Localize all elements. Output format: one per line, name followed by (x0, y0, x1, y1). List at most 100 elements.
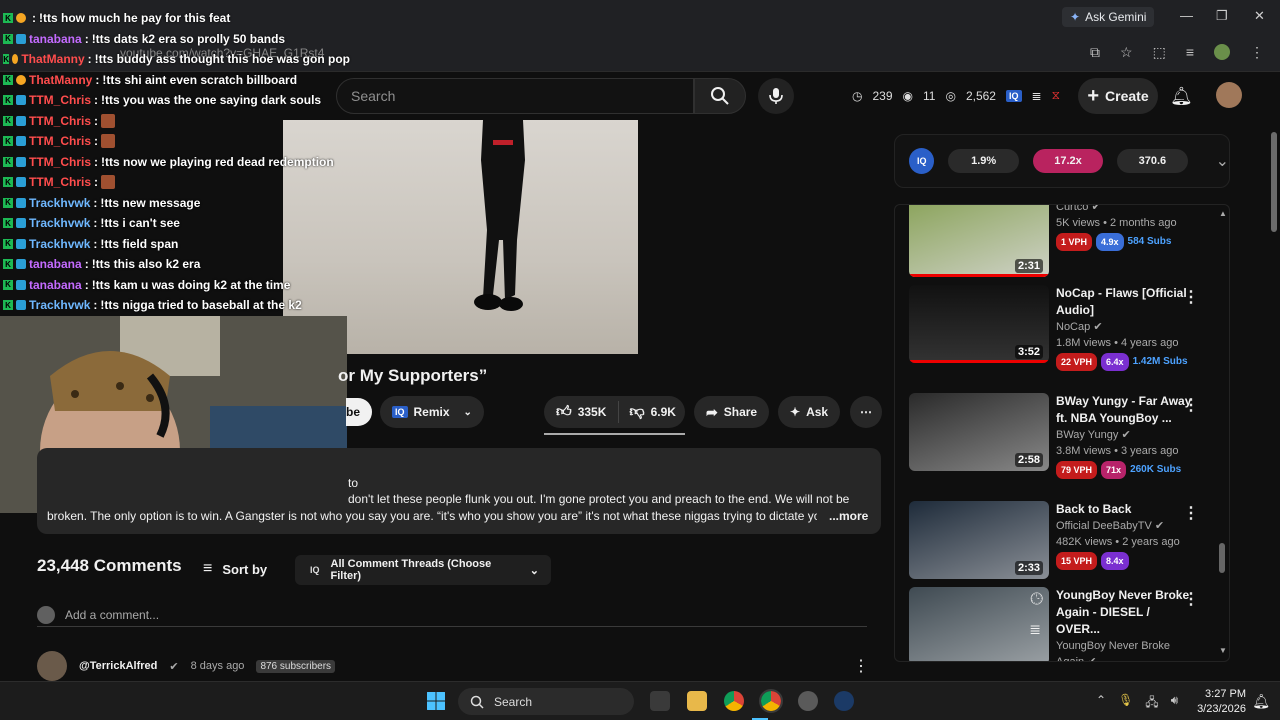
video-description[interactable]: to don't let these people flunk you out.… (37, 448, 881, 534)
comment-filter-dropdown[interactable]: IQ All Comment Threads (Choose Filter) ⌄ (295, 555, 551, 585)
video-menu-icon[interactable]: ⋮ (1183, 503, 1199, 523)
microphone-icon[interactable]: 🎙︎ (1118, 693, 1133, 714)
video-title[interactable]: YoungBoy Never Broke Again - DIESEL / OV… (1056, 587, 1196, 638)
subscribe-button[interactable]: be (346, 398, 372, 426)
chat-separator: : (84, 31, 89, 46)
chat-username: tanabana (29, 31, 82, 46)
iq-metric-2: 17.2x (1032, 149, 1104, 173)
comment-author[interactable]: @TerrickAlfred (79, 660, 157, 672)
more-actions-button[interactable]: ⋯ (850, 396, 882, 428)
verified-icon: ✔ (1121, 429, 1131, 441)
video-title[interactable]: BWay Yungy - Far Away ft. NBA YoungBoy .… (1056, 393, 1196, 427)
video-info: NoCap - Flaws [Official Audio] NoCap ✔ 1.8… (1056, 285, 1196, 371)
search-button[interactable] (694, 78, 746, 114)
vidiq-logo-icon[interactable]: IQ (909, 148, 935, 174)
description-line-1: to (348, 476, 359, 490)
description-more-link[interactable]: ...more (829, 508, 868, 525)
channel-name[interactable]: NoCap ✔ (1056, 319, 1196, 335)
share-icon: ➦ (706, 403, 718, 420)
reading-list-icon[interactable]: ≡ (1186, 44, 1194, 61)
chrome-profile-icon[interactable] (759, 689, 783, 713)
dislike-button[interactable]: 👎︎ 6.9K (619, 403, 686, 421)
maximize-icon[interactable]: ❐ (1216, 8, 1228, 24)
search-input[interactable]: Search (336, 78, 694, 114)
remix-button[interactable]: IQ Remix ⌄ (380, 396, 484, 428)
notifications-bell-icon[interactable]: 🔔︎ (1170, 86, 1193, 107)
ask-button[interactable]: ✦ Ask (778, 396, 841, 428)
create-button[interactable]: + Create (1078, 78, 1158, 114)
recommendations-scrollbar[interactable]: ▲ ▼ (1219, 209, 1227, 655)
channel-name[interactable]: YoungBoy Never Broke Again ✔ (1056, 638, 1196, 661)
video-menu-icon[interactable]: ⋮ (1183, 589, 1199, 609)
video-thumbnail[interactable]: 2:31 (909, 205, 1049, 277)
windows-start-icon[interactable] (426, 691, 446, 711)
kick-badge-icon: K (3, 177, 13, 188)
recommended-video[interactable]: 2:31 Curtco ✔ 5K views • 2 months ago 1 VPH… (909, 205, 1225, 283)
steam-icon[interactable] (834, 691, 854, 711)
video-title[interactable]: Back to Back (1056, 501, 1196, 518)
recommended-video[interactable]: 3:52 NoCap - Flaws [Official Audio] NoCap … (909, 285, 1225, 371)
account-avatar[interactable] (1216, 82, 1242, 108)
chevron-down-icon[interactable]: ⌄ (1216, 151, 1229, 171)
video-title[interactable]: NoCap - Flaws [Official Audio] (1056, 285, 1196, 319)
channel-name[interactable]: Official DeeBabyTV ✔ (1056, 518, 1196, 534)
video-thumbnail[interactable]: 3:52 (909, 285, 1049, 363)
gemini-icon: ✦ (1070, 10, 1081, 24)
file-explorer-icon[interactable] (687, 691, 707, 711)
video-menu-icon[interactable]: ⋮ (1183, 395, 1199, 415)
vph-chip: 79 VPH (1056, 461, 1098, 479)
channel-name[interactable]: Curtco ✔ (1056, 205, 1196, 215)
chevron-up-icon[interactable]: ⌃ (1096, 693, 1106, 714)
video-menu-icon[interactable]: ⋮ (1183, 287, 1199, 307)
channel-name[interactable]: BWay Yungy ✔ (1056, 427, 1196, 443)
chat-username: Trackhvwk (29, 216, 91, 231)
video-duration: 2:58 (1014, 453, 1043, 467)
minimize-icon[interactable]: — (1180, 8, 1193, 23)
browser-menu-icon[interactable]: ⋮ (1250, 44, 1264, 61)
comment-menu-icon[interactable]: ⋮ (853, 656, 869, 676)
subs-chip: 584 Subs (1127, 236, 1172, 247)
obs-icon[interactable] (798, 691, 818, 711)
video-thumbnail[interactable]: 🕒︎ ≣ (909, 587, 1049, 661)
recommended-video[interactable]: 2:58 BWay Yungy - Far Away ft. NBA YoungB… (909, 393, 1225, 479)
share-button[interactable]: ➦ Share (694, 396, 770, 428)
comment-time[interactable]: 8 days ago (191, 660, 245, 672)
chat-message: K Trackhvwk: !tts i can't see (0, 213, 350, 234)
watch-later-icon[interactable]: 🕒︎ (1030, 591, 1043, 609)
extensions-icon[interactable]: ⬚ (1153, 44, 1166, 61)
add-to-queue-icon[interactable]: ≣ (1029, 621, 1041, 638)
recommended-video[interactable]: 2:33 Back to Back Official DeeBabyTV ✔ 482K… (909, 501, 1225, 585)
chat-username: Trackhvwk (29, 236, 91, 251)
volume-icon[interactable]: 🔊︎ (1171, 693, 1179, 714)
create-label: Create (1105, 88, 1149, 104)
profile-avatar[interactable] (1214, 44, 1230, 60)
page-scrollbar[interactable] (1268, 124, 1280, 678)
like-button[interactable]: 👍︎ 335K (544, 401, 620, 423)
store-icon[interactable] (650, 691, 670, 711)
comments-count: 23,448 Comments (37, 556, 182, 575)
verified-icon: ✔ (1093, 321, 1103, 333)
chrome-icon[interactable] (724, 691, 744, 711)
like-count: 335K (577, 405, 607, 419)
install-app-icon[interactable]: ⧉ (1090, 44, 1100, 61)
vidiq-icon[interactable]: IQ (1005, 89, 1022, 102)
network-icon[interactable]: 🖧︎ (1145, 693, 1158, 714)
bookmark-star-icon[interactable]: ☆ (1120, 44, 1133, 61)
close-icon[interactable]: ✕ (1254, 8, 1265, 24)
voice-search-button[interactable] (758, 78, 794, 114)
notification-icon[interactable]: 🔔︎ (1252, 693, 1270, 710)
subs-chip: 1.42M Subs (1132, 356, 1188, 367)
hourglass-icon[interactable]: ⧖ (1052, 88, 1060, 103)
video-thumbnail[interactable]: 2:58 (909, 393, 1049, 471)
add-comment-field[interactable]: Add a comment... (37, 603, 867, 627)
commenter-avatar[interactable] (37, 651, 67, 681)
sort-by-button[interactable]: ≡ Sort by (203, 560, 267, 578)
video-thumbnail[interactable]: 2:33 (909, 501, 1049, 579)
ask-gemini-button[interactable]: ✦ Ask Gemini (1062, 7, 1155, 27)
system-clock[interactable]: 3:27 PM 3/23/2026 (1197, 687, 1246, 717)
subs-chip: 260K Subs (1130, 464, 1182, 475)
recommended-video[interactable]: 🕒︎ ≣ YoungBoy Never Broke Again - DIESEL /… (909, 587, 1225, 661)
list-icon[interactable]: ≣ (1032, 89, 1042, 103)
taskbar-search[interactable]: Search (458, 688, 634, 715)
watch-progress-bar (909, 360, 1049, 363)
